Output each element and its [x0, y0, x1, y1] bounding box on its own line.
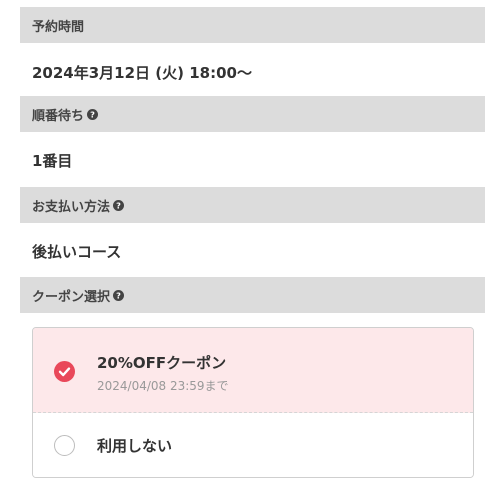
reservation-confirmation: 予約時間 2024年3月12日 (火) 18:00〜 順番待ち ? 1番目 お支… — [0, 0, 500, 500]
queue-header: 順番待ち ? — [20, 96, 485, 132]
coupon-label: クーポン選択 — [32, 289, 111, 305]
payment-value: 後払いコース — [32, 243, 122, 261]
check-icon — [58, 367, 71, 377]
queue-label: 順番待ち — [32, 108, 85, 124]
no-coupon-label: 利用しない — [97, 437, 173, 455]
coupon-option-none[interactable]: 利用しない — [33, 413, 473, 477]
queue-value: 1番目 — [32, 152, 73, 170]
radio-unchecked[interactable] — [54, 435, 75, 456]
coupon-header: クーポン選択 ? — [20, 277, 485, 313]
svg-text:?: ? — [116, 290, 121, 300]
svg-text:?: ? — [90, 109, 95, 119]
coupon-option-list: 20%OFFクーポン 2024/04/08 23:59まで 利用しない — [32, 327, 474, 478]
coupon-option-20off[interactable]: 20%OFFクーポン 2024/04/08 23:59まで — [33, 328, 473, 413]
question-circle-icon[interactable]: ? — [113, 289, 125, 301]
reservation-time-value: 2024年3月12日 (火) 18:00〜 — [32, 64, 252, 82]
question-circle-icon[interactable]: ? — [87, 108, 99, 120]
radio-checked[interactable] — [54, 361, 75, 382]
payment-label: お支払い方法 — [32, 199, 111, 215]
reservation-time-label: 予約時間 — [32, 19, 85, 35]
question-circle-icon[interactable]: ? — [113, 199, 125, 211]
coupon-title: 20%OFFクーポン — [97, 354, 227, 372]
coupon-expiry: 2024/04/08 23:59まで — [97, 379, 229, 393]
payment-header: お支払い方法 ? — [20, 187, 485, 223]
reservation-time-header: 予約時間 — [20, 7, 485, 43]
svg-text:?: ? — [116, 200, 121, 210]
